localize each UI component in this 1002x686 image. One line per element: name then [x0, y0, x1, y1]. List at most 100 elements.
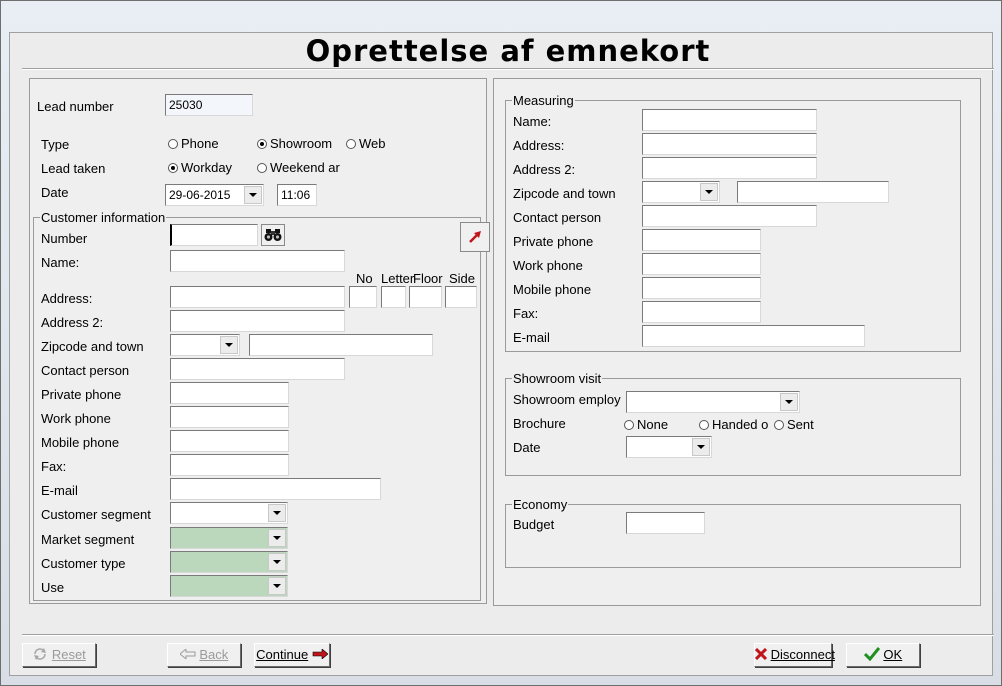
customer-address-no-field[interactable]: [349, 286, 377, 308]
continue-label: Continue: [256, 647, 309, 662]
showroom-employee-select[interactable]: [626, 391, 800, 413]
type-radio-showroom[interactable]: Showroom: [257, 136, 342, 152]
time-field[interactable]: 11:06: [277, 184, 317, 206]
economy-group: [505, 504, 961, 568]
title-divider: [22, 68, 994, 70]
binoculars-icon[interactable]: [261, 224, 285, 246]
cancel-x-icon: [754, 647, 768, 661]
customer-info-legend: Customer information: [40, 210, 167, 225]
chevron-down-icon[interactable]: [268, 553, 286, 571]
customer-work-phone-label: Work phone: [41, 411, 111, 426]
measuring-contact-field[interactable]: [642, 205, 817, 227]
brochure-radio-sent[interactable]: Sent: [774, 417, 824, 433]
ok-button[interactable]: OK: [846, 643, 920, 667]
measuring-name-field[interactable]: [642, 109, 817, 131]
customer-address-field[interactable]: [170, 286, 345, 308]
customer-address2-label: Address 2:: [41, 315, 104, 330]
measuring-fax-field[interactable]: [642, 301, 761, 323]
reset-button[interactable]: Reset: [22, 643, 96, 667]
bottom-divider: [22, 634, 994, 636]
refresh-icon: [34, 648, 47, 660]
measuring-fax-label: Fax:: [513, 306, 539, 321]
address-col-no: No: [356, 271, 373, 286]
checkmark-icon: [863, 647, 880, 662]
chevron-down-icon[interactable]: [692, 438, 710, 456]
customer-name-field[interactable]: [170, 250, 345, 272]
chevron-down-icon[interactable]: [220, 336, 238, 354]
showroom-date-picker[interactable]: [626, 436, 712, 458]
arrow-left-icon: [178, 647, 196, 661]
customer-fax-field[interactable]: [170, 454, 289, 476]
address-col-letter: Letter: [381, 271, 415, 286]
lead-number-field[interactable]: 25030: [165, 94, 253, 116]
customer-private-phone-field[interactable]: [170, 382, 289, 404]
customer-work-phone-field[interactable]: [170, 406, 289, 428]
continue-button[interactable]: Continue: [254, 643, 330, 667]
radio-indicator: [168, 163, 178, 173]
measuring-mobile-phone-field[interactable]: [642, 277, 761, 299]
measuring-town-field[interactable]: [737, 181, 889, 203]
disconnect-button[interactable]: Disconnect: [754, 643, 835, 667]
measuring-address2-label: Address 2:: [513, 162, 576, 177]
customer-number-label: Number: [41, 231, 88, 246]
back-button[interactable]: Back: [167, 643, 241, 667]
type-radio-web[interactable]: Web: [346, 136, 396, 152]
measuring-work-phone-label: Work phone: [513, 258, 583, 273]
brochure-label: Brochure: [513, 416, 566, 431]
radio-label: Phone: [181, 136, 219, 151]
customer-segment-select[interactable]: [170, 502, 288, 524]
chevron-down-icon[interactable]: [268, 504, 286, 522]
measuring-address-field[interactable]: [642, 133, 817, 155]
measuring-legend: Measuring: [512, 93, 575, 108]
customer-type-select[interactable]: [170, 551, 288, 573]
customer-town-field[interactable]: [249, 334, 433, 356]
radio-label: Sent: [787, 417, 814, 432]
customer-address-side-field[interactable]: [445, 286, 477, 308]
budget-label: Budget: [513, 517, 555, 532]
customer-address2-field[interactable]: [170, 310, 345, 332]
address-col-floor: Floor: [413, 271, 443, 286]
customer-address-letter-field[interactable]: [381, 286, 406, 308]
arrow-pointer-icon[interactable]: [460, 222, 490, 252]
market-segment-select[interactable]: [170, 527, 288, 549]
budget-field[interactable]: [626, 512, 705, 534]
customer-number-field[interactable]: [170, 224, 258, 246]
arrow-right-icon: [312, 648, 329, 660]
customer-mobile-phone-field[interactable]: [170, 430, 289, 452]
lead-taken-radio-workday[interactable]: Workday: [168, 160, 248, 176]
customer-address-floor-field[interactable]: [409, 286, 442, 308]
radio-label: Handed o: [712, 417, 769, 432]
economy-legend: Economy: [512, 497, 569, 512]
measuring-address2-field[interactable]: [642, 157, 817, 179]
date-picker[interactable]: 29-06-2015: [165, 184, 264, 206]
chevron-down-icon[interactable]: [244, 186, 262, 204]
measuring-zip-select[interactable]: [642, 181, 720, 203]
customer-address-label: Address:: [41, 291, 93, 306]
chevron-down-icon[interactable]: [780, 393, 798, 411]
use-label: Use: [41, 580, 65, 595]
measuring-work-phone-field[interactable]: [642, 253, 761, 275]
brochure-radio-none[interactable]: None: [624, 417, 694, 433]
type-label: Type: [41, 137, 70, 152]
measuring-address-label: Address:: [513, 138, 565, 153]
chevron-down-icon[interactable]: [700, 183, 718, 201]
lead-taken-radio-weekend[interactable]: Weekend ar: [257, 160, 352, 176]
page-title: Oprettelse af emnekort: [305, 34, 711, 68]
measuring-private-phone-field[interactable]: [642, 229, 761, 251]
lead-taken-label: Lead taken: [41, 161, 106, 176]
customer-type-label: Customer type: [41, 556, 126, 571]
chevron-down-icon[interactable]: [268, 529, 286, 547]
chevron-down-icon[interactable]: [268, 577, 286, 595]
use-select[interactable]: [170, 575, 288, 597]
customer-contact-field[interactable]: [170, 358, 345, 380]
measuring-zip-label: Zipcode and town: [513, 186, 616, 201]
customer-zip-select[interactable]: [170, 334, 240, 356]
lead-number-label: Lead number: [37, 99, 114, 114]
type-radio-phone[interactable]: Phone: [168, 136, 238, 152]
customer-email-field[interactable]: [170, 478, 381, 500]
measuring-email-field[interactable]: [642, 325, 865, 347]
radio-indicator: [257, 163, 267, 173]
brochure-radio-handed[interactable]: Handed o: [699, 417, 775, 433]
measuring-contact-label: Contact person: [513, 210, 602, 225]
ok-label: OK: [883, 647, 903, 662]
